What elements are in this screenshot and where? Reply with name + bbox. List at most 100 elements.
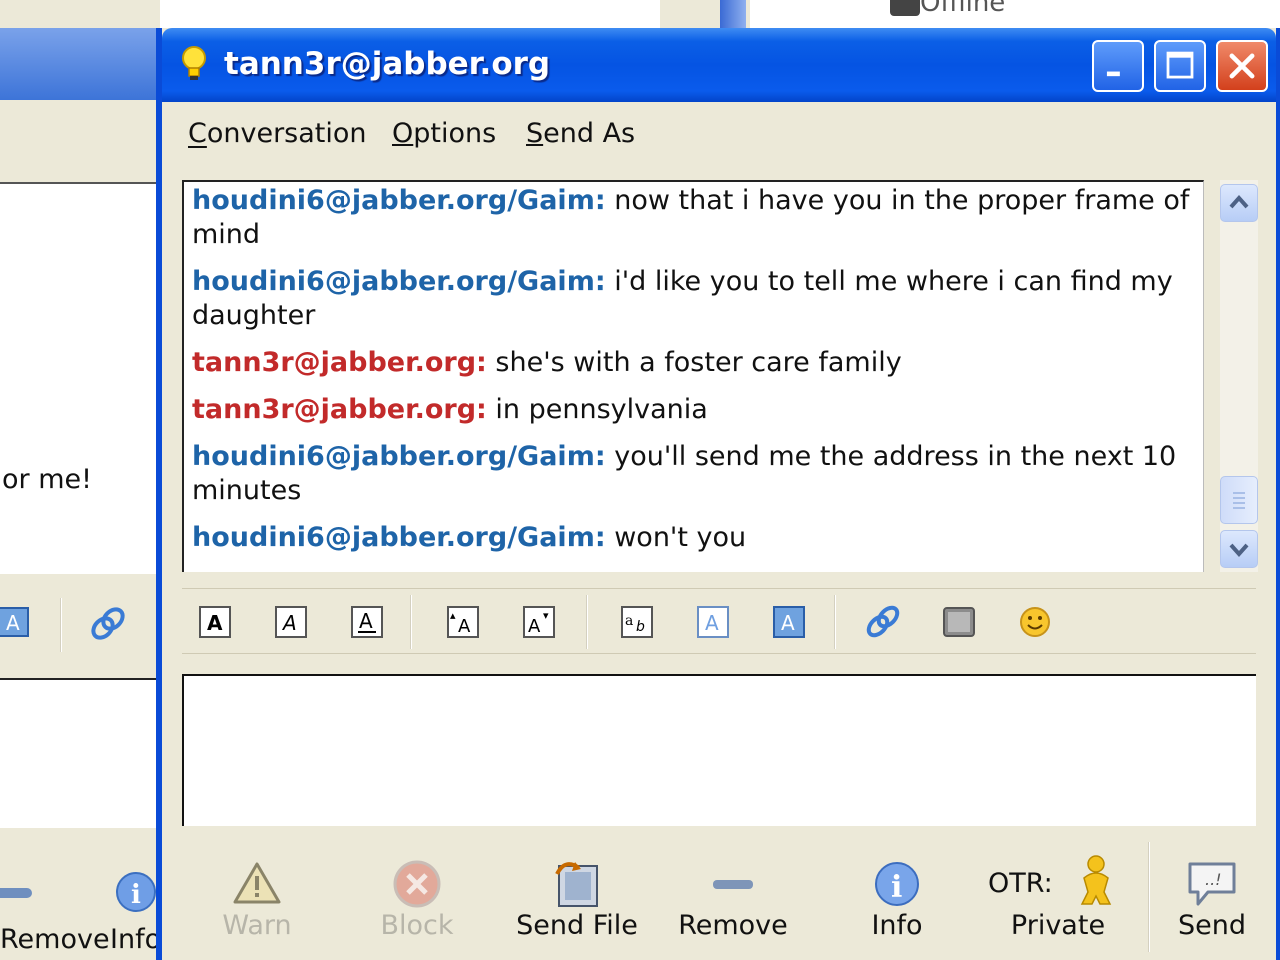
svg-text:b: b [636,619,645,635]
conversation-view[interactable]: houdini6@jabber.org/Gaim: now that i hav… [182,180,1204,572]
background-title-bar [0,28,160,100]
format-toolbar: A A A ▴ A A ▾ a b A A [182,588,1256,654]
menu-options[interactable]: Options [392,118,496,149]
menu-conversation[interactable]: Conversation [188,118,367,149]
minimize-button[interactable] [1092,40,1144,92]
message-text: won't you [614,522,747,553]
close-icon [1229,53,1255,79]
scroll-thumb[interactable] [1220,476,1258,524]
info-button[interactable]: i Info [842,854,952,960]
svg-text:▾: ▾ [543,609,549,622]
svg-text:A: A [528,616,541,637]
send-button[interactable]: ..! Send [1162,854,1262,960]
send-file-icon [555,862,598,907]
close-button[interactable] [1216,40,1268,92]
background-conversation: or me! [0,182,156,574]
background-action-buttons: Remove i Info [0,860,160,960]
message-sender: tann3r@jabber.org: [192,347,487,378]
remove-icon [713,880,753,889]
scroll-down-button[interactable] [1220,530,1258,568]
message-item: houdini6@jabber.org/Gaim: now that i hav… [192,184,1192,252]
toolbar-separator [410,595,412,649]
title-bar[interactable]: tann3r@jabber.org [162,28,1276,102]
background-buddy-list: Offline [720,0,1280,28]
info-icon: i [116,872,156,912]
svg-text:A: A [281,611,297,635]
buddy-list-pane: Offline [750,0,1280,28]
toolbar-separator [60,598,62,652]
remove-icon [0,888,32,898]
background-chat-window: or me! A Remove i Info [0,0,160,960]
svg-text:A: A [207,611,223,635]
maximize-button[interactable] [1154,40,1206,92]
scroll-up-button[interactable] [1220,184,1258,222]
svg-text:A: A [781,611,795,635]
background-format-toolbar: A [0,592,156,654]
svg-text:a: a [625,613,633,629]
insert-link-icon [91,607,125,640]
chevron-up-icon [1229,194,1249,209]
window-title: tann3r@jabber.org [224,46,551,82]
message-sender: houdini6@jabber.org/Gaim: [192,522,606,553]
message-item: houdini6@jabber.org/Gaim: you'll send me… [192,440,1192,508]
message-text: in pennsylvania [495,394,708,425]
block-label: Block [380,910,454,941]
background-entry [0,678,156,828]
underline-icon[interactable]: A [350,605,384,639]
smiley-icon[interactable] [1018,605,1052,639]
send-file-button[interactable]: Send File [502,854,652,960]
info-label: Info [871,910,923,941]
info-icon: i [875,862,919,906]
larger-text-icon[interactable]: ▴ A [446,605,480,639]
message-item: houdini6@jabber.org/Gaim: won't you [192,521,1192,555]
insert-link-icon[interactable] [866,605,900,639]
message-item: tann3r@jabber.org: in pennsylvania [192,393,1192,427]
italic-icon[interactable]: A [274,605,308,639]
warn-button[interactable]: Warn [202,854,312,960]
action-separator [1148,842,1150,952]
otr-button[interactable]: OTR: Private [988,854,1128,960]
message-sender: houdini6@jabber.org/Gaim: [192,266,606,297]
background-chat-text: or me! [2,464,92,495]
action-bar: Warn Block Send File Remove i Info OTR: … [162,840,1276,960]
message-sender: houdini6@jabber.org/Gaim: [192,185,606,216]
foreground-color-icon[interactable]: A [696,605,730,639]
otr-label: OTR: [988,868,1053,899]
send-message-icon: ..! [1188,862,1236,906]
offline-status-text: Offline [920,0,1006,18]
block-button[interactable]: Block [362,854,472,960]
font-face-icon[interactable]: a b [620,605,654,639]
menu-send-as[interactable]: Send As [526,118,635,149]
chevron-down-icon [1229,543,1249,558]
message-item: tann3r@jabber.org: she's with a foster c… [192,346,1192,380]
otr-status-label: Private [1010,910,1106,941]
menu-bar: Conversation Options Send As [162,108,1276,160]
warning-icon [233,862,281,904]
svg-text:A: A [359,609,373,633]
background-remove-label: Remove [0,924,110,955]
svg-text:..!: ..! [1205,870,1222,889]
minimize-icon [1106,71,1120,77]
background-color-icon: A [0,607,29,637]
remove-button[interactable]: Remove [668,854,798,960]
conversation-scrollbar[interactable] [1220,180,1258,572]
insert-image-icon[interactable] [942,605,976,639]
conversation-window: tann3r@jabber.org Conversation Options S… [156,28,1280,960]
svg-text:i: i [131,880,141,910]
smaller-text-icon[interactable]: A ▾ [522,605,556,639]
svg-text:A: A [705,611,719,635]
svg-text:A: A [458,616,471,637]
background-color-icon[interactable]: A [772,605,806,639]
message-sender: tann3r@jabber.org: [192,394,487,425]
message-entry[interactable] [182,674,1256,826]
remove-label: Remove [678,910,788,941]
message-item: houdini6@jabber.org/Gaim: i'd like you t… [192,265,1192,333]
bold-icon[interactable]: A [198,605,232,639]
buddy-list-edge [720,0,746,28]
grip-icon [1233,492,1245,509]
otr-private-icon [1080,855,1112,905]
svg-text:A: A [6,611,20,635]
svg-text:▴: ▴ [450,609,456,622]
message-text: she's with a foster care family [495,347,902,378]
svg-text:i: i [891,870,902,905]
